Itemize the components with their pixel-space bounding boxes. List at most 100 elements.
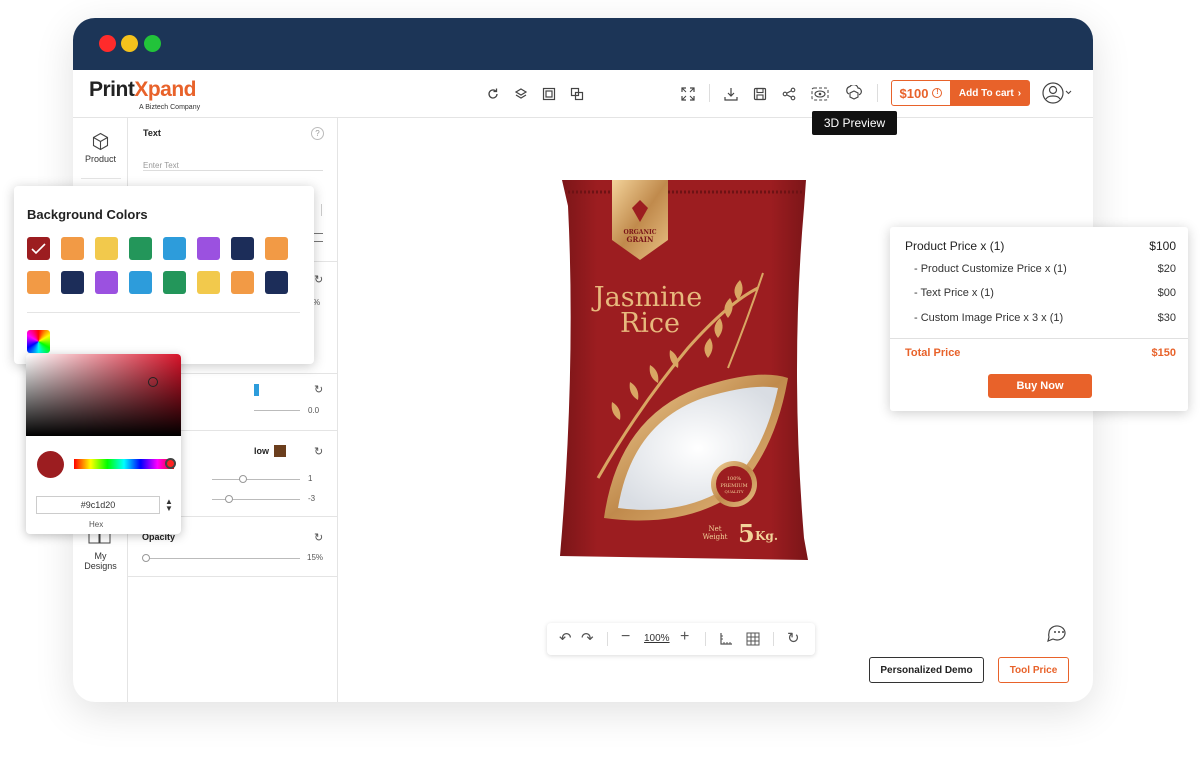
hex-input[interactable]: #9c1d20	[36, 496, 160, 514]
slider-track[interactable]	[254, 410, 300, 411]
shadow-x-slider[interactable]	[212, 479, 300, 480]
slider-knob[interactable]	[225, 495, 233, 503]
color-swatch[interactable]	[197, 271, 220, 294]
share-icon[interactable]	[779, 84, 799, 104]
undo-icon[interactable]: ↶	[559, 629, 572, 647]
sidebar-item-label: Product	[84, 154, 117, 164]
user-menu[interactable]	[1041, 81, 1073, 105]
buy-now-button[interactable]: Buy Now	[988, 374, 1092, 398]
color-swatch[interactable]	[231, 237, 254, 260]
hue-slider[interactable]	[74, 459, 174, 469]
refresh-icon[interactable]: ↻	[787, 629, 800, 647]
sidebar-item-label: Designs	[84, 561, 117, 571]
bring-forward-icon[interactable]	[539, 84, 559, 104]
hex-stepper-icon[interactable]: ▲ ▼	[165, 498, 173, 513]
weight-unit: Kg.	[755, 529, 778, 543]
opacity-slider[interactable]	[146, 558, 300, 559]
color-swatch[interactable]	[163, 271, 186, 294]
preview-eye-icon[interactable]	[810, 84, 830, 104]
color-swatch[interactable]	[265, 237, 288, 260]
product-price-row: Product Price x (1) $100	[905, 239, 1176, 253]
color-chip[interactable]	[254, 384, 259, 396]
3d-preview-icon[interactable]	[844, 83, 864, 103]
text-input[interactable]: Enter Text	[143, 155, 323, 171]
info-icon: !	[932, 88, 943, 98]
zoom-out-icon[interactable]: −	[621, 628, 630, 646]
reset-icon[interactable]: ↻	[314, 531, 323, 544]
net-label: Net	[708, 525, 721, 533]
color-swatch[interactable]	[129, 271, 152, 294]
popup-title: Background Colors	[27, 207, 148, 222]
brand-logo[interactable]: PrintXpand	[89, 78, 197, 102]
save-icon[interactable]	[750, 84, 770, 104]
current-color-preview	[37, 451, 64, 478]
zoom-level[interactable]: 100%	[644, 633, 670, 644]
tool-price-button[interactable]: Tool Price	[998, 657, 1069, 683]
sidebar-item-my-designs[interactable]: My Designs	[73, 530, 128, 578]
sv-cursor[interactable]	[148, 377, 158, 387]
price-button[interactable]: $100 !	[891, 80, 951, 106]
tool-price-label: Tool Price	[1009, 664, 1058, 676]
color-swatch[interactable]	[27, 271, 50, 294]
seal-text-3: QUALITY	[725, 489, 744, 494]
layers-icon[interactable]	[511, 84, 531, 104]
product-name-line2: Rice	[620, 308, 680, 339]
sidebar-item-product[interactable]: Product	[73, 130, 128, 180]
personalized-demo-label: Personalized Demo	[880, 664, 973, 676]
color-swatch[interactable]	[231, 271, 254, 294]
color-swatch[interactable]	[129, 237, 152, 260]
price-line-label: - Text Price x (1)	[914, 287, 994, 299]
align-icon[interactable]	[313, 233, 323, 242]
close-window-dot[interactable]	[99, 35, 116, 52]
slider-knob[interactable]	[239, 475, 247, 483]
price-divider	[890, 338, 1188, 339]
product-bag[interactable]: ORGANIC GRAIN Jasmine Rice 100% PREMIUM …	[558, 178, 810, 563]
toolbar-divider	[773, 632, 774, 646]
color-swatch[interactable]	[95, 271, 118, 294]
user-avatar-icon	[1042, 82, 1072, 104]
maximize-window-dot[interactable]	[144, 35, 161, 52]
zoom-in-icon[interactable]: +	[680, 628, 689, 646]
toolbar-divider	[705, 632, 706, 646]
price-line-label: - Product Customize Price x (1)	[914, 263, 1067, 275]
custom-color-button[interactable]	[27, 330, 50, 353]
color-swatch[interactable]	[163, 237, 186, 260]
reset-icon[interactable]: ↻	[314, 445, 323, 458]
color-swatch[interactable]	[95, 237, 118, 260]
reset-icon[interactable]	[483, 84, 503, 104]
percent-value: %	[313, 298, 321, 307]
minimize-window-dot[interactable]	[121, 35, 138, 52]
chat-icon[interactable]	[1045, 623, 1071, 645]
color-swatch[interactable]	[265, 271, 288, 294]
panel-divider	[128, 576, 337, 577]
add-to-cart-button[interactable]: Add To cart ›	[950, 80, 1030, 106]
product-price-value: $100	[1149, 239, 1176, 253]
hue-knob[interactable]	[165, 458, 176, 469]
chevron-right-icon: ›	[1017, 87, 1022, 99]
slider-knob[interactable]	[142, 554, 150, 562]
personalized-demo-button[interactable]: Personalized Demo	[869, 657, 984, 683]
duplicate-icon[interactable]	[567, 84, 587, 104]
reset-icon[interactable]: ↻	[314, 383, 323, 396]
grid-icon[interactable]	[746, 632, 760, 646]
download-icon[interactable]	[721, 84, 741, 104]
color-swatch[interactable]	[61, 237, 84, 260]
weight-number: 5	[738, 519, 755, 548]
saturation-value-area[interactable]	[26, 354, 181, 436]
product-price-label: Product Price x (1)	[905, 239, 1005, 253]
canvas-toolbar: ↶ ↷ − 100% + ↻	[547, 623, 815, 655]
ruler-icon[interactable]	[719, 632, 733, 646]
slider-value: -3	[308, 494, 316, 503]
fullscreen-icon[interactable]	[678, 84, 698, 104]
shadow-color-swatch[interactable]	[274, 445, 286, 457]
reset-icon[interactable]: ↻	[314, 273, 323, 286]
color-swatch[interactable]	[61, 271, 84, 294]
brand-name-part1: Print	[89, 78, 135, 101]
help-icon[interactable]: ?	[311, 127, 324, 140]
redo-icon[interactable]: ↷	[581, 629, 594, 647]
brand-name-part2: Xpand	[134, 78, 197, 101]
popup-divider	[27, 312, 300, 313]
slider-value: 0.0	[308, 406, 320, 415]
color-swatch[interactable]	[197, 237, 220, 260]
color-swatch[interactable]	[27, 237, 50, 260]
